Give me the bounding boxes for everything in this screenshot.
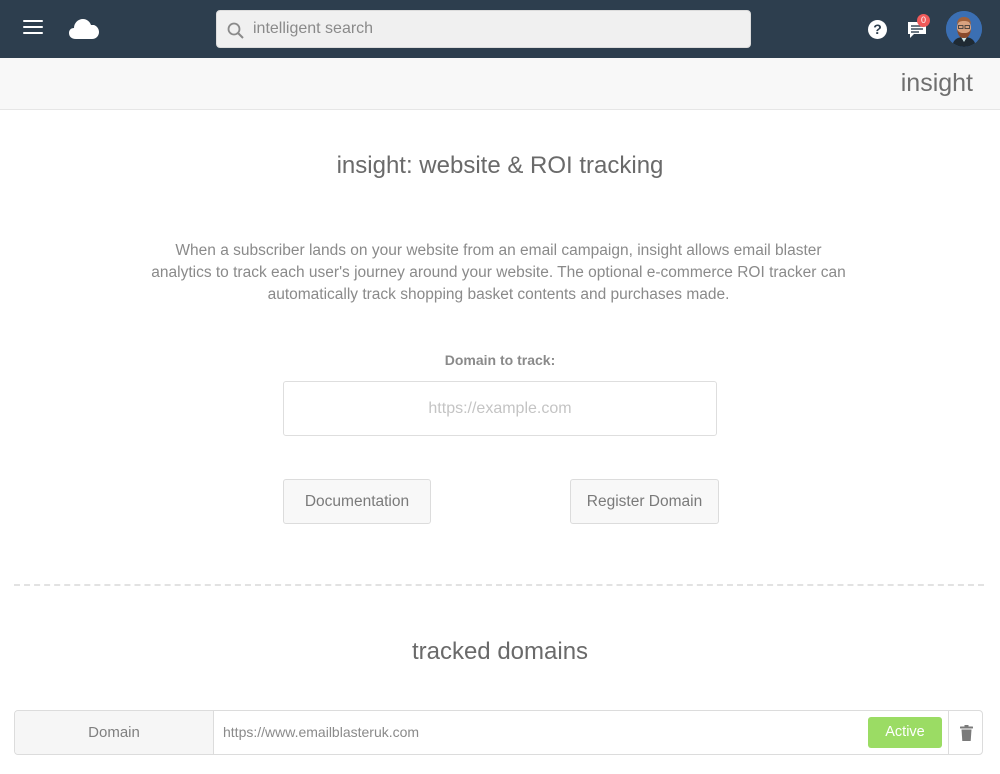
help-icon[interactable]: ? (868, 20, 887, 39)
domain-url: https://www.emailblasteruk.com (223, 724, 420, 740)
cloud-logo-icon[interactable] (68, 18, 100, 40)
trash-icon (960, 725, 973, 741)
section-header: insight (0, 58, 1000, 110)
section-title: insight (900, 69, 973, 97)
section-divider (14, 584, 984, 586)
user-avatar[interactable] (946, 11, 982, 47)
search-icon (227, 22, 244, 39)
domain-row-label: Domain (15, 711, 214, 754)
hamburger-menu-icon[interactable] (23, 20, 43, 36)
register-domain-button[interactable]: Register Domain (570, 479, 719, 524)
domain-to-track-label: Domain to track: (444, 352, 556, 368)
search-bar (216, 10, 751, 48)
tracked-domains-title: tracked domains (411, 638, 589, 665)
delete-domain-button[interactable] (948, 711, 983, 754)
description-text: When a subscriber lands on your website … (151, 242, 846, 303)
tracked-domain-row: Domain https://www.emailblasteruk.com Ac… (14, 710, 983, 755)
status-badge: Active (868, 717, 942, 748)
documentation-button[interactable]: Documentation (283, 479, 431, 524)
avatar-image (946, 11, 982, 47)
domain-input[interactable] (283, 381, 717, 436)
notification-badge: 0 (917, 14, 930, 27)
page-title: insight: website & ROI tracking (336, 152, 664, 179)
search-input[interactable] (253, 11, 743, 47)
top-navigation-bar: ? 0 (0, 0, 1000, 58)
